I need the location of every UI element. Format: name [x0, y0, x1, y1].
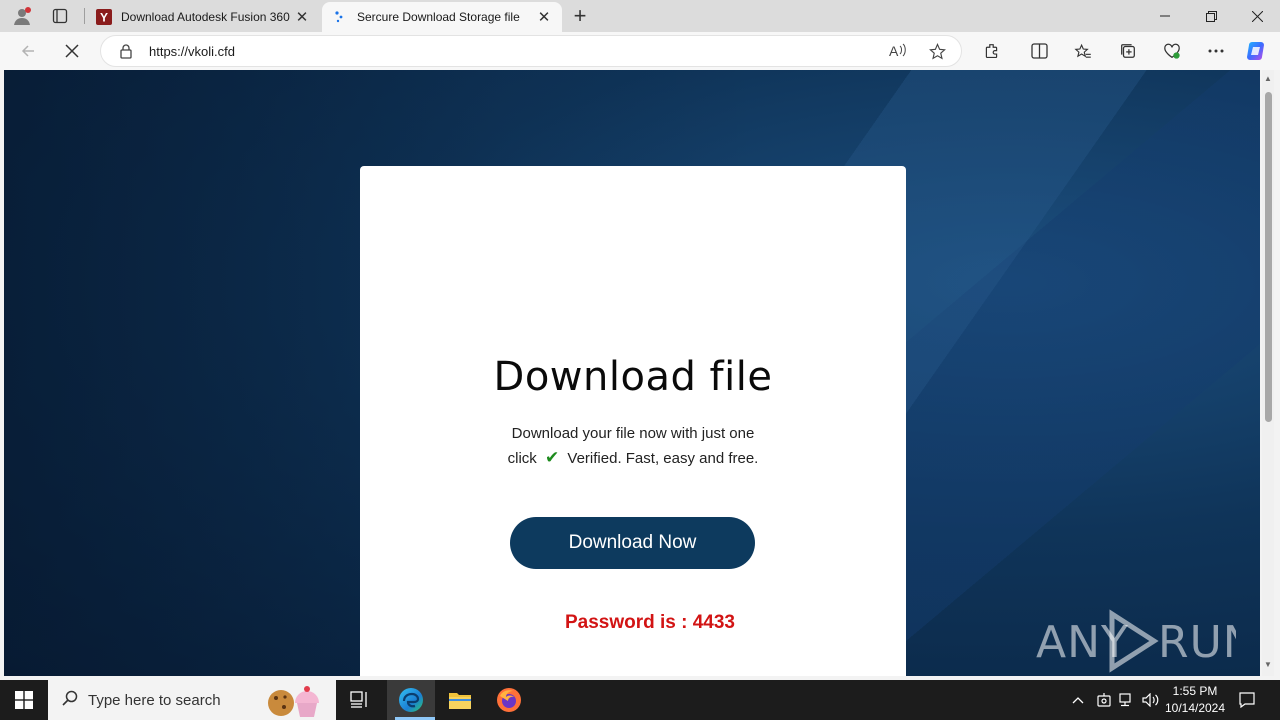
svg-text:Y: Y: [100, 11, 108, 25]
description-click: click: [507, 450, 537, 467]
firefox-icon[interactable]: [485, 680, 533, 720]
read-aloud-icon[interactable]: A: [889, 43, 907, 64]
tab-download-storage[interactable]: Sercure Download Storage file ✕: [322, 2, 562, 32]
loading-spinner-icon: [332, 9, 348, 25]
close-window-button[interactable]: [1234, 0, 1280, 32]
back-icon[interactable]: [14, 37, 42, 65]
new-tab-button[interactable]: +: [567, 3, 593, 28]
restore-button[interactable]: [1188, 0, 1234, 32]
url-text: https://vkoli.cfd: [149, 44, 235, 59]
edge-taskbar-icon[interactable]: [387, 680, 435, 720]
favorite-star-icon[interactable]: [929, 42, 946, 65]
search-icon: [62, 690, 78, 711]
page-description: Download your file now with just one cli…: [492, 422, 774, 471]
description-verified: Verified. Fast, easy and free.: [567, 450, 759, 467]
favorites-icon[interactable]: [1069, 37, 1097, 65]
page-heading: Download file: [493, 354, 773, 400]
lock-icon[interactable]: [119, 43, 133, 64]
search-placeholder: Type here to search: [88, 691, 221, 709]
yandex-favicon-icon: Y: [96, 9, 112, 25]
vertical-scrollbar[interactable]: ▲ ▼: [1262, 70, 1274, 676]
close-tab-icon[interactable]: ✕: [534, 7, 554, 27]
more-options-icon[interactable]: [1202, 37, 1230, 65]
stop-loading-icon[interactable]: [58, 37, 86, 65]
anyrun-watermark: ANY RUN: [1036, 606, 1236, 676]
close-tab-icon[interactable]: ✕: [292, 7, 312, 27]
tab-title: Sercure Download Storage file: [357, 10, 520, 24]
password-text: Password is : 4433: [564, 612, 736, 633]
scroll-down-icon[interactable]: ▼: [1264, 660, 1272, 669]
split-screen-icon[interactable]: [1025, 37, 1053, 65]
minimize-button[interactable]: [1142, 0, 1188, 32]
profile-icon[interactable]: [8, 4, 36, 28]
extensions-icon[interactable]: [977, 37, 1005, 65]
scrollbar-thumb[interactable]: [1265, 92, 1272, 422]
browser-toolbar: https://vkoli.cfd A: [0, 32, 1280, 70]
windows-start-icon[interactable]: [0, 680, 48, 720]
file-explorer-icon[interactable]: [436, 680, 484, 720]
scroll-up-icon[interactable]: ▲: [1264, 74, 1272, 83]
address-bar[interactable]: https://vkoli.cfd A: [100, 35, 962, 67]
windows-taskbar: Type here to search 1:55 PM 10/14/2024: [0, 680, 1280, 720]
notifications-icon[interactable]: [1236, 680, 1258, 720]
clock-time: 1:55 PM: [1172, 684, 1218, 698]
svg-text:ANY: ANY: [1036, 617, 1129, 668]
page-viewport: Download file Download your file now wit…: [4, 70, 1260, 676]
download-card: Download file Download your file now wit…: [360, 166, 906, 676]
tab-title: Download Autodesk Fusion 360 F: [121, 10, 292, 24]
checkmark-icon: ✔: [544, 448, 560, 467]
tab-actions-icon[interactable]: [46, 4, 74, 28]
cookie-cupcake-icon: [264, 683, 328, 720]
description-line-1: Download your file now with just one: [511, 425, 755, 442]
tab-strip: Y Download Autodesk Fusion 360 F ✕ Sercu…: [0, 0, 1280, 32]
download-now-button[interactable]: Download Now: [510, 517, 755, 569]
clock-date: 10/14/2024: [1164, 701, 1226, 715]
security-tray-icon[interactable]: [1094, 680, 1114, 720]
svg-text:RUN: RUN: [1158, 617, 1236, 668]
network-icon[interactable]: [1116, 680, 1138, 720]
browser-essentials-icon[interactable]: [1158, 37, 1186, 65]
tab-separator: [84, 8, 85, 24]
taskbar-clock[interactable]: 1:55 PM 10/14/2024: [1158, 683, 1232, 717]
svg-text:A: A: [889, 43, 899, 59]
show-hidden-icons-icon[interactable]: [1068, 680, 1088, 720]
taskbar-search[interactable]: Type here to search: [48, 680, 336, 720]
collections-icon[interactable]: [1114, 37, 1142, 65]
copilot-icon[interactable]: [1243, 37, 1271, 65]
tab-autodesk[interactable]: Y Download Autodesk Fusion 360 F ✕: [86, 2, 320, 32]
task-view-icon[interactable]: [336, 680, 384, 720]
